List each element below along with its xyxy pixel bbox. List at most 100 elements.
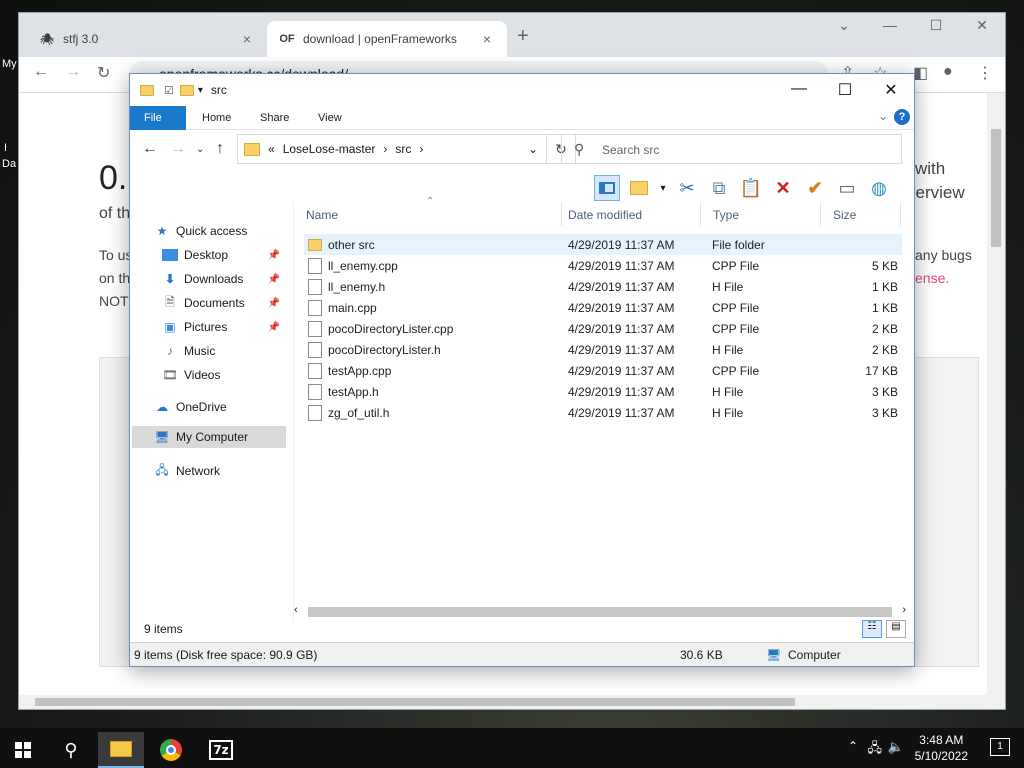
close-icon[interactable]: × [479,31,495,47]
file-icon [308,384,322,400]
file-row[interactable]: main.cpp 4/29/2019 11:37 AM CPP File 1 KB [304,297,902,318]
page-hscrollbar[interactable] [19,695,1005,709]
clock[interactable]: 3:48 AM 5/10/2022 [915,732,968,764]
large-icons-view-icon[interactable]: ▤ [886,620,906,638]
file-explorer-window: ☑ ▾ src — ☐ ✕ File Home Share View ⌄ ? ←… [129,73,915,667]
chevron-down-icon[interactable]: ▾ [198,85,203,96]
tab-openframeworks[interactable]: OF download | openFrameworks × [267,21,507,57]
pin-icon[interactable]: 📌 [268,250,280,261]
sidebar-item-music[interactable]: ♪ Music [162,340,215,362]
file-name: testApp.h [328,385,379,399]
tab-home[interactable]: Home [188,106,245,130]
address-bar[interactable]: « LoseLose-master › src › ⌄ [237,134,547,164]
copy-icon[interactable]: ⧉ [706,175,732,201]
tab-file[interactable]: File [130,106,186,130]
tab-share[interactable]: Share [246,106,303,130]
pin-icon[interactable]: 📌 [268,322,280,333]
file-explorer-taskbar-icon[interactable] [98,732,144,768]
rename-icon[interactable]: ▭ [834,175,860,201]
file-row[interactable]: zg_of_util.h 4/29/2019 11:37 AM H File 3 KB [304,402,902,423]
column-header-date[interactable]: Date modified [556,202,701,226]
sidebar-item-my-computer[interactable]: 🖥 My Computer [132,426,286,448]
help-icon[interactable]: ? [894,109,910,125]
sidebar-item-videos[interactable]: 🎞 Videos [162,364,220,386]
close-button[interactable]: ✕ [868,80,914,100]
7zip-taskbar-icon[interactable]: 7z [198,732,244,768]
chevron-down-icon[interactable]: ⌄ [821,17,867,34]
sidebar-item-onedrive[interactable]: ☁ OneDrive [154,396,227,418]
sidebar-item-quick-access[interactable]: ★ Quick access [154,220,248,242]
file-row[interactable]: other src 4/29/2019 11:37 AM File folder [304,234,902,255]
folder-icon [140,84,154,96]
pin-icon[interactable]: 📌 [268,274,280,285]
sidebar-item-label: Quick access [176,224,248,238]
page-scrollbar[interactable] [987,93,1005,695]
file-row[interactable]: testApp.cpp 4/29/2019 11:37 AM CPP File 17 … [304,360,902,381]
sidebar-item-desktop[interactable]: Desktop 📌 [162,244,280,266]
maximize-button[interactable]: ☐ [913,17,959,34]
globe-icon[interactable]: ◍ [866,175,892,201]
minimize-button[interactable]: — [867,17,913,33]
start-button[interactable] [0,732,46,768]
side-panel-icon[interactable]: ◧ [913,63,928,83]
new-tab-button[interactable]: + [517,25,529,48]
sidebar-item-network[interactable]: 🖧 Network [154,460,220,482]
chevron-right-icon[interactable]: › [383,142,387,156]
pin-icon[interactable]: 📌 [268,298,280,309]
breadcrumb-item[interactable]: src [395,142,411,156]
star-icon: ★ [156,224,168,238]
file-date: 4/29/2019 11:37 AM [568,343,675,357]
tab-stfj[interactable]: 🕷 stfj 3.0 × [27,21,267,57]
checkmark-icon[interactable]: ✔ [802,175,828,201]
chevron-up-icon[interactable]: ⌃ [848,739,858,753]
paste-icon[interactable]: 📋 [738,175,764,201]
sidebar-item-downloads[interactable]: ⬇ Downloads 📌 [162,268,280,290]
navigation-pane: ★ Quick access Desktop 📌 ⬇ Downloads 📌 🗎… [130,202,294,622]
up-icon[interactable]: ↑ [216,140,224,158]
chevron-down-icon[interactable]: ⌄ [528,142,538,156]
maximize-button[interactable]: ☐ [822,80,868,100]
scroll-right-icon[interactable]: › [902,604,906,616]
forward-icon[interactable]: → [170,140,186,158]
sidebar-item-pictures[interactable]: ▣ Pictures 📌 [162,316,280,338]
column-header-type[interactable]: Type [701,202,821,226]
delete-icon[interactable]: ✕ [770,175,796,201]
tab-view[interactable]: View [304,106,356,130]
search-input[interactable]: ⚲ Search src [561,134,902,164]
back-icon[interactable]: ← [33,63,49,81]
breadcrumb-item[interactable]: LoseLose-master [283,142,376,156]
minimize-button[interactable]: — [776,80,822,98]
preview-pane-icon[interactable] [594,175,620,201]
properties-icon[interactable]: ☑ [164,84,174,97]
chrome-taskbar-icon[interactable] [148,732,194,768]
chevron-down-icon[interactable]: ⌄ [196,144,204,155]
chevron-down-icon[interactable]: ▾ [658,175,668,201]
new-folder-icon[interactable] [626,175,652,201]
forward-icon[interactable]: → [65,63,81,81]
file-row[interactable]: testApp.h 4/29/2019 11:37 AM H File 3 KB [304,381,902,402]
profile-icon[interactable]: ● [943,63,953,81]
file-row[interactable]: ll_enemy.cpp 4/29/2019 11:37 AM CPP File 5 … [304,255,902,276]
file-row[interactable]: ll_enemy.h 4/29/2019 11:37 AM H File 1 KB [304,276,902,297]
close-button[interactable]: ✕ [959,17,1005,34]
file-row[interactable]: pocoDirectoryLister.h 4/29/2019 11:37 AM H… [304,339,902,360]
cut-icon[interactable]: ✂ [674,175,700,201]
scroll-left-icon[interactable]: ‹ [294,604,298,616]
file-date: 4/29/2019 11:37 AM [568,364,675,378]
search-icon[interactable]: ⚲ [48,732,94,768]
sidebar-item-documents[interactable]: 🗎 Documents 📌 [162,292,280,314]
chevron-right-icon[interactable]: › [419,142,423,156]
chevron-down-icon[interactable]: ⌄ [878,109,888,123]
back-icon[interactable]: ← [142,140,158,158]
details-view-icon[interactable]: ☷ [862,620,882,638]
network-icon[interactable]: 🖧 [868,739,883,761]
file-row[interactable]: pocoDirectoryLister.cpp 4/29/2019 11:37 A… [304,318,902,339]
menu-icon[interactable]: ⋮ [977,63,993,83]
license-link[interactable]: ense. [915,270,949,286]
reload-icon[interactable]: ↻ [97,63,110,83]
close-icon[interactable]: × [239,31,255,47]
new-folder-icon[interactable] [179,84,194,96]
notification-icon[interactable]: 1 [990,738,1010,756]
column-header-size[interactable]: Size [821,202,901,226]
volume-icon[interactable]: 🔈 [888,739,904,755]
